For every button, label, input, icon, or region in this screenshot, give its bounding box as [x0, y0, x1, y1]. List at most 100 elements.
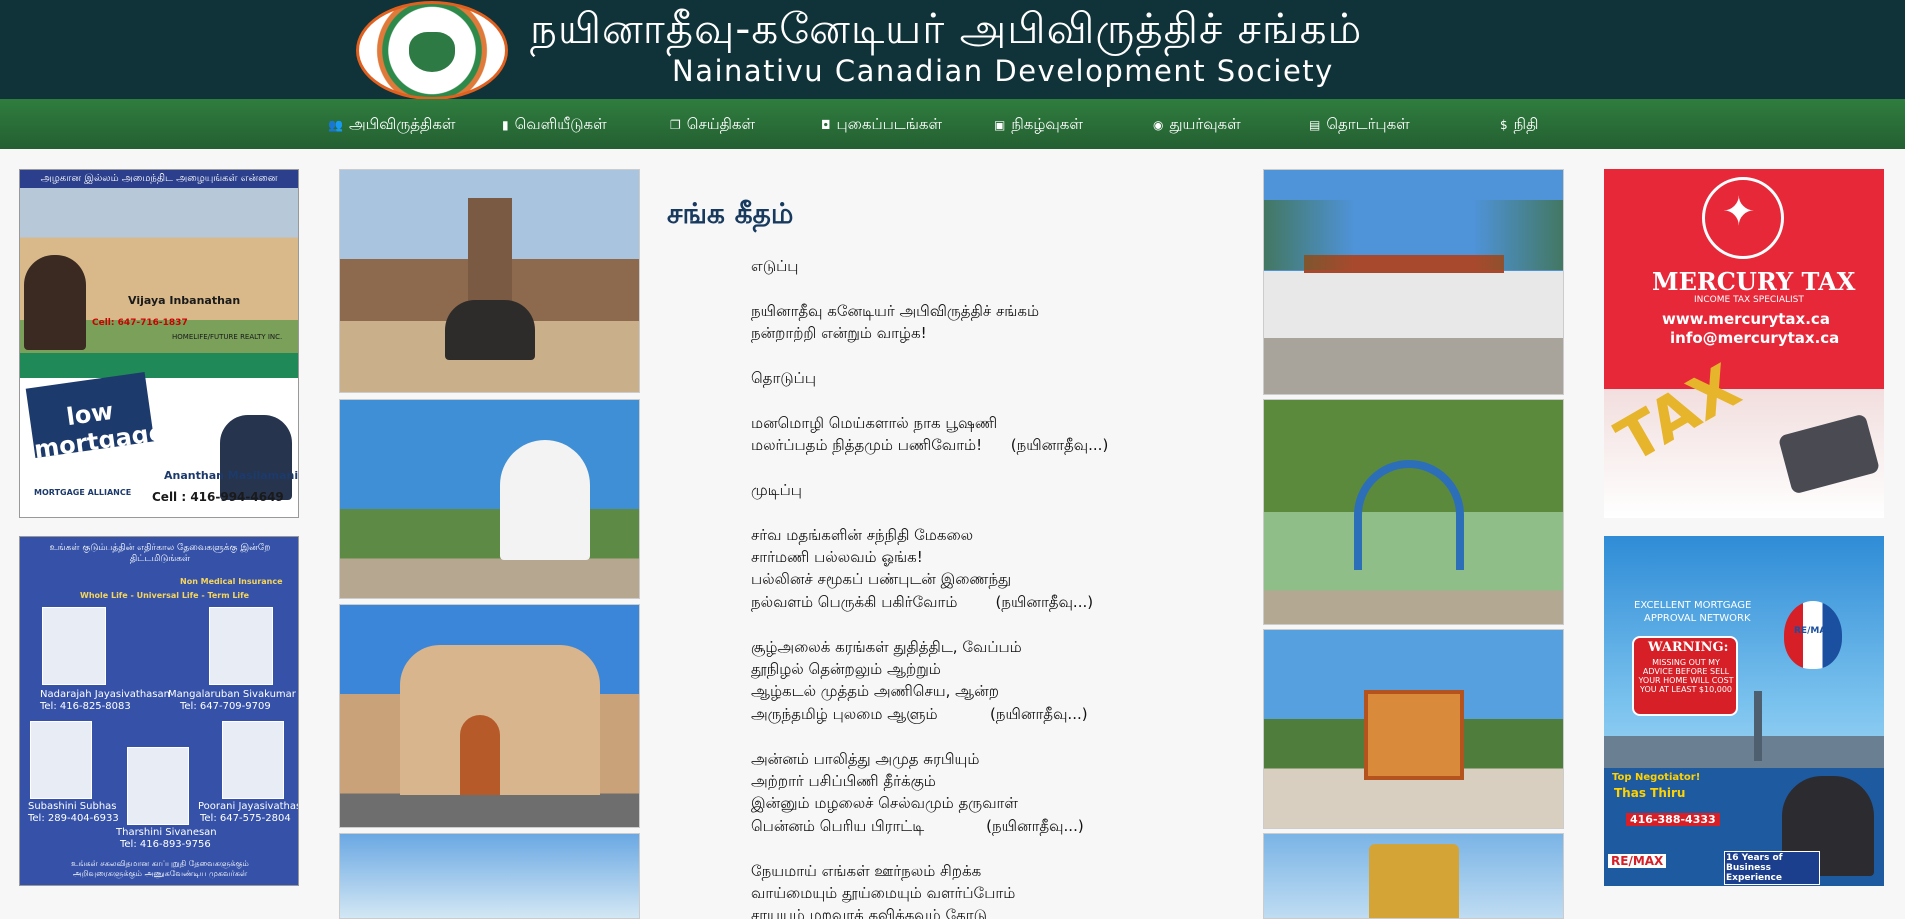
ad-brand: MERCURY TAX	[1652, 267, 1856, 296]
shore-photo[interactable]	[339, 833, 640, 919]
ad-banner-text: அழகான இல்லம் அமைந்திட அழையுங்கள் என்னை	[20, 170, 298, 188]
warning-text: MISSING OUT MY ADVICE BEFORE SELL YOUR H…	[1638, 658, 1734, 694]
poem-line: இன்னும் மழலைச் செல்வமும் தருவாள்	[751, 794, 1018, 813]
nav-item-label: செய்திகள்	[686, 115, 756, 133]
poem-line: நன்றாற்றி என்றும் வாழ்க!	[751, 324, 927, 343]
nav-item-label: அபிவிருத்திகள்	[348, 115, 456, 133]
poem-line: எடுப்பு	[751, 257, 799, 275]
agent-tel: Tel: 416-893-9756	[120, 839, 211, 850]
agent-photo	[222, 721, 284, 799]
news-icon: ❐	[670, 118, 681, 132]
nav-item-contacts[interactable]: ▤ தொடர்புகள்	[1309, 99, 1410, 149]
nav-item-developments[interactable]: 👥 அபிவிருத்திகள்	[328, 99, 455, 149]
poem-line	[751, 389, 1231, 411]
agent-name: Poorani Jayasivathasan	[198, 801, 298, 812]
experience-badge: 16 Years of Business Experience	[1724, 851, 1820, 885]
nav-item-obituaries[interactable]: ◉ துயர்வுகள்	[1153, 99, 1241, 149]
nav-item-events[interactable]: ▣ நிகழ்வுகள்	[994, 99, 1083, 149]
nav-item-label: நிதி	[1513, 115, 1539, 133]
eye-icon: ◉	[1153, 118, 1164, 132]
nav-item-news[interactable]: ❐ செய்திகள்	[670, 99, 755, 149]
poem-line: பல்லினச் சமூகப் பண்புடன் இணைந்து	[751, 570, 1012, 589]
poem-line	[751, 613, 1231, 635]
brand-name: MORTGAGE ALLIANCE	[34, 488, 132, 497]
agent-name: Thas Thiru	[1614, 786, 1686, 800]
agent-name: Ananthan Masilamani	[164, 469, 299, 482]
agent-phone: 416-388-4333	[1626, 813, 1720, 826]
arch-gate-photo[interactable]	[1263, 629, 1564, 829]
agent-name: Nadarajah Jayasivathasan	[40, 689, 170, 700]
gopuram-photo[interactable]	[1263, 833, 1564, 919]
poem-line	[751, 277, 1231, 299]
nandi-statue	[445, 300, 535, 360]
ad-remax-realtor[interactable]: EXCELLENT MORTGAGE APPROVAL NETWORK WARN…	[1604, 536, 1884, 886]
poem-line: மலர்ப்பதம் நித்தமும் பணிவோம்! (நயினாதீவு…	[751, 436, 1109, 455]
temple-photo[interactable]	[339, 169, 640, 393]
mosque-photo[interactable]	[1263, 169, 1564, 395]
remax-logo: RE/MAX	[1608, 854, 1667, 868]
realty-name: HOMELIFE/FUTURE REALTY INC.	[172, 333, 283, 341]
agent-tel: Tel: 416-825-8083	[40, 701, 131, 712]
poem-line: நயினாதீவு கனேடியர் அபிவிருத்திச் சங்கம்	[751, 301, 1040, 320]
ad-real-estate-mortgage[interactable]: அழகான இல்லம் அமைந்திட அழையுங்கள் என்னை V…	[19, 169, 299, 518]
agent-cell: Cell: 647-716-1837	[92, 318, 188, 328]
agent-name: Mangalaruban Sivakumar	[168, 689, 296, 700]
poem-line: நல்வளம் பெருக்கி பகிர்வோம் (நயினாதீவு...…	[751, 592, 1094, 611]
poem-line	[751, 345, 1231, 367]
ad-insurance[interactable]: உங்கள் குடும்பத்தின் எதிர்கால தேவைகளுக்க…	[19, 536, 299, 886]
site-header: நயினாதீவு-கனேடியர் அபிவிருத்திச் சங்கம் …	[0, 0, 1905, 100]
nav-item-label: நிகழ்வுகள்	[1011, 115, 1083, 133]
poem-line: பென்னம் பெரிய பிராட்டி (நயினாதீவு...)	[751, 816, 1084, 835]
nav-item-label: வெளியீடுகள்	[514, 115, 607, 133]
ad-banner-text: உங்கள் குடும்பத்தின் எதிர்கால தேவைகளுக்க…	[49, 543, 271, 564]
nav-item-photos[interactable]: ◘ புகைப்படங்கள்	[821, 99, 942, 149]
anthem-text: எடுப்பு நயினாதீவு கனேடியர் அபிவிருத்திச்…	[751, 255, 1231, 919]
ad-footer-text: உங்கள் சகலவிதமான காப்புறுதி தேவைகளுக்கும…	[71, 859, 249, 878]
remax-balloon-label: RE/MAX	[1794, 626, 1834, 636]
agent-name: Vijaya Inbanathan	[128, 294, 241, 307]
dollar-icon: $	[1500, 118, 1508, 132]
poem-line: நேயமாய் எங்கள் ஊர்நலம் சிறக்க	[751, 861, 982, 880]
rates-sign: low mortgage RATES	[25, 371, 167, 489]
agent-photo	[209, 607, 273, 685]
church-photo[interactable]	[339, 604, 640, 828]
agent-tel: Tel: 647-709-9709	[180, 701, 271, 712]
poem-line	[751, 837, 1231, 859]
gate-arch	[1354, 460, 1464, 570]
society-logo[interactable]	[356, 1, 508, 100]
poem-line: அருந்தமிழ் புலமை ஆளும் (நயினாதீவு...)	[751, 704, 1088, 723]
ad-mercury-tax[interactable]: ✦ MERCURY TAX INCOME TAX SPECIALIST www.…	[1604, 169, 1884, 518]
palm-trees	[1264, 200, 1563, 270]
agent-name: Tharshini Sivanesan	[116, 827, 217, 838]
nav-item-publications[interactable]: ▮ வெளியீடுகள்	[502, 99, 607, 149]
nav-item-label: புகைப்படங்கள்	[836, 115, 942, 133]
school-gate-photo[interactable]	[1263, 399, 1564, 625]
agent-photo	[42, 607, 106, 685]
poem-line: சார்மணி பல்லவம் ஓங்க!	[751, 548, 923, 567]
poem-line: மனமொழி மெய்களால் நாக பூஷணி	[751, 413, 998, 432]
agent-cell: Cell : 416-994-4649	[152, 490, 284, 504]
poem-line: தூநிழல் தென்றலும் ஆற்றும்	[751, 660, 941, 679]
poem-line: சர்வ மதங்களின் சந்நிதி மேகலை	[751, 525, 974, 544]
warning-box: WARNING: MISSING OUT MY ADVICE BEFORE SE…	[1632, 636, 1738, 716]
poem-line: அற்றார் பசிப்பிணி தீர்க்கும்	[751, 771, 936, 790]
nav-item-donations[interactable]: $ நிதி	[1500, 99, 1538, 149]
ad-tagline: Top Negotiator!	[1612, 772, 1701, 783]
poem-line: அன்னம் பாலித்து அமுத சுரபியும்	[751, 749, 980, 768]
agent-tel: Tel: 647-575-2804	[200, 813, 291, 824]
poem-line: தொடுப்பு	[751, 368, 816, 387]
poem-line: வாய்மையும் தூய்மையும் வளர்ப்போம்	[751, 883, 1016, 902]
nav-item-label: தொடர்புகள்	[1326, 115, 1410, 133]
agent-photo	[220, 415, 292, 500]
users-icon: 👥	[328, 118, 343, 132]
ad-email: info@mercurytax.ca	[1670, 329, 1840, 347]
book-icon: ▮	[502, 118, 509, 132]
stupa-dome	[500, 440, 590, 560]
stupa-photo[interactable]	[339, 399, 640, 599]
temple-tower	[468, 198, 512, 308]
camera-icon: ◘	[821, 118, 831, 132]
nav-item-label: துயர்வுகள்	[1169, 115, 1241, 133]
church-facade	[400, 645, 600, 795]
calendar-icon: ▣	[994, 118, 1006, 132]
site-title-tamil: நயினாதீவு-கனேடியர் அபிவிருத்திச் சங்கம்	[530, 4, 1363, 53]
